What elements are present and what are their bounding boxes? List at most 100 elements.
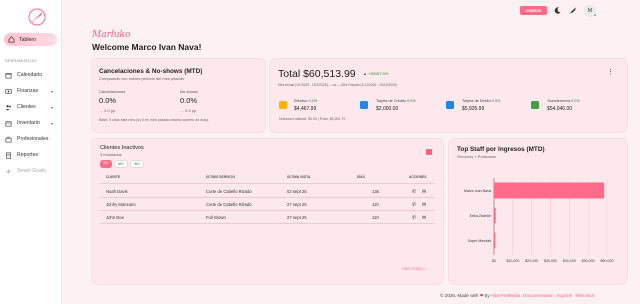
cell-servicio: Corte de Cabello Rizado bbox=[206, 202, 252, 207]
sidebar-item-label: Clientes bbox=[17, 104, 36, 110]
cancellations-card: Cancelaciones & No-shows (MTD) Comparado… bbox=[92, 59, 265, 132]
sidebar-item-label: Reportes bbox=[17, 152, 39, 158]
sidebar-item-clientes[interactable]: Clientes ▾ bbox=[5, 102, 57, 112]
heart-icon: ❤ bbox=[479, 293, 484, 298]
sidebar-item-finanzas[interactable]: Finanzas ▾ bbox=[5, 86, 57, 96]
footer-by: by bbox=[484, 293, 490, 298]
sidebar-item-label: Smart Goals bbox=[17, 168, 46, 174]
table-row[interactable]: Jonhy Manzano Corte de Cabello Rizado 27… bbox=[100, 198, 435, 211]
sidebar-item-label: Tablero bbox=[19, 36, 37, 43]
method-label: Efectivo 0.0% bbox=[294, 99, 318, 103]
table-divider bbox=[100, 183, 435, 184]
select-all-checkbox[interactable] bbox=[426, 149, 432, 155]
sidebar-item-smart-goals[interactable]: Smart Goals bbox=[5, 166, 57, 176]
method-value: $5,935.99 bbox=[462, 106, 485, 112]
moon-icon[interactable] bbox=[553, 6, 562, 15]
whatsapp-icon[interactable]: ✆ bbox=[412, 215, 416, 221]
footer-soporte-link[interactable]: Soporte bbox=[556, 293, 572, 298]
footer-author-link[interactable]: AliveProMedia bbox=[491, 293, 521, 298]
cell-servicio: Full Glown bbox=[206, 215, 226, 220]
sidebar-section-title: HERRAMIENTAS bbox=[5, 59, 37, 63]
cash-icon bbox=[279, 101, 287, 109]
briefcase-icon bbox=[5, 136, 12, 142]
email-icon[interactable]: ✉ bbox=[422, 215, 426, 221]
sidebar-item-reportes[interactable]: Reportes bbox=[5, 150, 57, 160]
sidebar-item-label: Calendario bbox=[17, 72, 43, 78]
sidebar-item-calendario[interactable]: Calendario bbox=[5, 70, 57, 80]
noshow-delta: → 0.0 pp bbox=[180, 108, 197, 113]
online-status-dot bbox=[593, 13, 597, 17]
chart-x-tick-label: $20,000 bbox=[525, 259, 538, 263]
unknown-method-text: Unknown method: $0.00 | Pcan: $5,281.70 bbox=[279, 117, 346, 121]
email-icon[interactable]: ✉ bbox=[422, 202, 426, 208]
filter-chip-90[interactable]: 90+ bbox=[130, 160, 145, 168]
sidebar-item-label: Profesionales bbox=[17, 136, 49, 142]
cell-visita: 27 sept 25 bbox=[287, 202, 307, 207]
view-all-link[interactable]: VER TODO › bbox=[402, 266, 425, 271]
chart-x-tick-label: $40,000 bbox=[563, 259, 576, 263]
credit-card-icon bbox=[360, 101, 368, 109]
footer-documentation-link[interactable]: Documentation bbox=[523, 293, 554, 298]
rocket-logo-icon bbox=[28, 8, 46, 26]
chart-bar[interactable] bbox=[494, 207, 496, 224]
cobrar-button[interactable]: COBRAR bbox=[520, 6, 547, 15]
footer-terminos-link[interactable]: Términos bbox=[575, 293, 594, 298]
chart-x-tick-label: $50,000 bbox=[582, 259, 595, 263]
cell-dias: 135 bbox=[372, 189, 379, 194]
cell-servicio: Corte de Cabello Rizado bbox=[206, 189, 252, 194]
cancellations-delta: → 0.0 pp bbox=[99, 108, 116, 113]
method-label: Transferencia 0.0% bbox=[547, 99, 580, 103]
sidebar-item-profesionales[interactable]: Profesionales bbox=[5, 134, 57, 144]
chevron-down-icon: ▾ bbox=[50, 120, 53, 126]
email-icon[interactable]: ✉ bbox=[422, 189, 426, 195]
cancellations-label: Cancelaciones bbox=[99, 89, 126, 94]
sparkle-icon bbox=[5, 168, 12, 174]
method-value: $4,467.99 bbox=[294, 106, 317, 112]
more-menu-icon[interactable]: ⋮ bbox=[607, 68, 614, 76]
top-staff-title: Top Staff por Ingresos (MTD) bbox=[457, 146, 545, 153]
chart-bar[interactable] bbox=[494, 232, 496, 249]
chart-category-label: Marco Ivan Nava bbox=[464, 189, 491, 193]
sidebar-item-inventario[interactable]: Inventario ▾ bbox=[5, 118, 57, 128]
table-row[interactable]: John Doe Full Glown 27 sept 25 110 ✆ ✉ bbox=[100, 211, 435, 224]
chart-x-tick-label: $30,000 bbox=[544, 259, 557, 263]
top-staff-chart: $0 $10,000 $20,000 $30,000 $40,000 $50,000 $60… bbox=[464, 178, 614, 263]
calendar-icon bbox=[5, 72, 12, 78]
rocket-icon[interactable] bbox=[568, 6, 577, 15]
money-icon bbox=[5, 88, 12, 94]
filter-chip-60[interactable]: 60+ bbox=[114, 160, 129, 168]
chart-category-label: Erika Zisimile bbox=[470, 214, 491, 218]
growth-badge: ▲ +30157.0% bbox=[363, 71, 389, 76]
chart-x-tick-label: $60,000 bbox=[601, 259, 614, 263]
whatsapp-icon[interactable]: ✆ bbox=[412, 189, 416, 195]
period-text: Mes Actual (1/1/2025 - 15/1/2026) — vs —… bbox=[278, 83, 397, 87]
method-value: $54,046.00 bbox=[547, 106, 573, 112]
sidebar: Tablero HERRAMIENTAS Calendario Finanzas… bbox=[0, 0, 62, 304]
column-header-acciones: ACCIONES bbox=[409, 175, 427, 179]
footer: © 2026, Made with ❤ by AliveProMedia Doc… bbox=[440, 293, 594, 299]
sidebar-item-label: Inventario bbox=[17, 120, 40, 126]
filter-chips: 30+ 60+ 90+ bbox=[100, 160, 146, 168]
total-revenue-card: Total $60,513.99 ▲ +30157.0% Mes Actual … bbox=[270, 59, 627, 132]
growth-value: +30157.0% bbox=[368, 71, 389, 76]
chart-category-label: Super Mendak bbox=[468, 239, 492, 243]
noshow-delta-text: 0.0 pp bbox=[185, 108, 197, 113]
cancellations-value: 0.0% bbox=[99, 96, 117, 105]
column-header-servicio: ÚLTIMO SERVICIO bbox=[206, 175, 236, 179]
sidebar-item-label: Finanzas bbox=[17, 88, 39, 94]
filter-chip-30[interactable]: 30+ bbox=[100, 160, 113, 168]
cell-dias: 110 bbox=[372, 202, 379, 207]
cell-cliente: John Doe bbox=[106, 215, 124, 220]
users-icon bbox=[5, 104, 11, 110]
table-row[interactable]: Noah Davis Corte de Cabello Rizado 02 se… bbox=[100, 185, 435, 198]
sidebar-item-tablero[interactable]: Tablero bbox=[4, 33, 57, 46]
chevron-down-icon: ▾ bbox=[50, 88, 53, 94]
cell-visita: 27 sept 25 bbox=[287, 215, 307, 220]
cell-cliente: Noah Davis bbox=[106, 189, 128, 194]
chart-bar[interactable] bbox=[494, 182, 605, 199]
total-revenue: Total $60,513.99 bbox=[278, 68, 356, 80]
noshow-value: 0.0% bbox=[180, 96, 198, 105]
whatsapp-icon[interactable]: ✆ bbox=[412, 202, 416, 208]
column-header-visita: ÚLTIMA VISITA bbox=[287, 175, 311, 179]
home-icon bbox=[8, 36, 15, 43]
